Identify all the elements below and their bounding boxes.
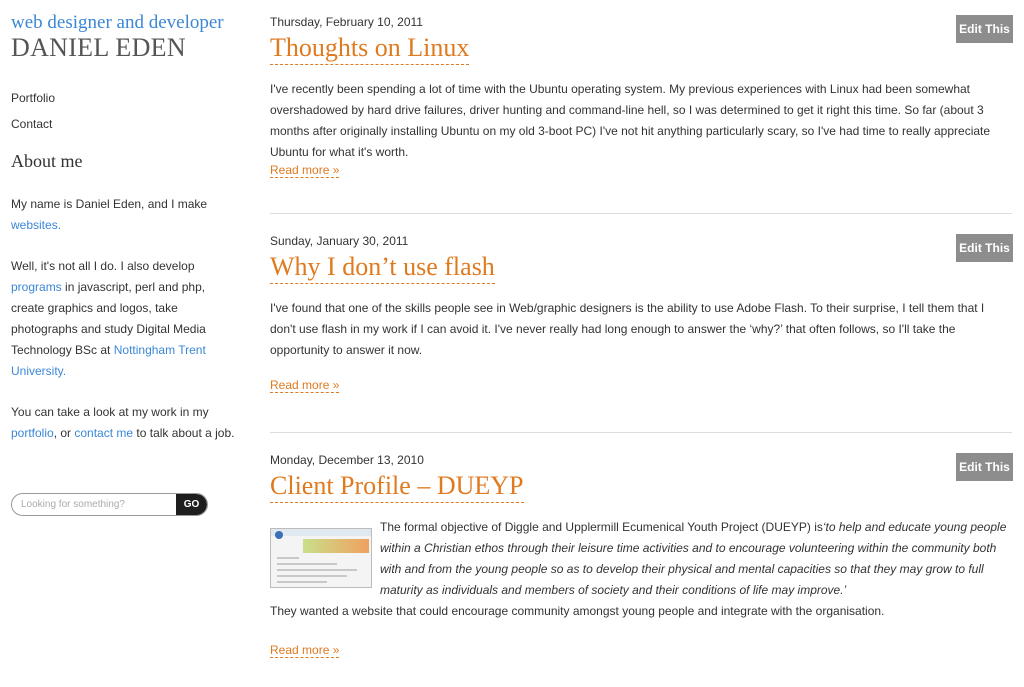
search-button[interactable]: GO — [176, 494, 207, 515]
sidebar: web designer and developer DANIEL EDEN P… — [11, 12, 241, 444]
programs-link[interactable]: programs — [11, 280, 62, 294]
post-excerpt: I've found that one of the skills people… — [270, 301, 985, 357]
about-section: My name is Daniel Eden, and I make websi… — [11, 194, 241, 444]
contact-link[interactable]: contact me — [74, 426, 133, 440]
about-text: , or — [53, 426, 75, 440]
about-paragraph: Well, it's not all I do. I also develop … — [11, 256, 241, 382]
about-paragraph: You can take a look at my work in my por… — [11, 402, 241, 444]
post-thumbnail[interactable] — [270, 528, 372, 588]
about-heading: About me — [11, 151, 83, 171]
about-text: My name is Daniel Eden, and I make — [11, 197, 208, 211]
post-title-link[interactable]: Why I don’t use flash — [270, 252, 495, 284]
nav-contact[interactable]: Contact — [11, 111, 241, 137]
post-text: They wanted a website that could encoura… — [270, 604, 885, 618]
post-excerpt: The formal objective of Diggle and Upple… — [270, 517, 1012, 622]
post: Monday, December 13, 2010 Client Profile… — [270, 453, 1013, 658]
about-paragraph: My name is Daniel Eden, and I make websi… — [11, 194, 241, 236]
portfolio-link[interactable]: portfolio — [11, 426, 54, 440]
nav-portfolio[interactable]: Portfolio — [11, 85, 241, 111]
site-tagline: web designer and developer — [11, 12, 224, 33]
about-text: You can take a look at my work in my — [11, 405, 209, 419]
post-date: Monday, December 13, 2010 — [270, 453, 424, 467]
read-more-link[interactable]: Read more » — [270, 163, 340, 178]
post-title-link[interactable]: Thoughts on Linux — [270, 33, 470, 65]
post-divider — [270, 432, 1012, 433]
websites-link[interactable]: websites. — [11, 218, 61, 232]
edit-post-button[interactable]: Edit This — [956, 234, 1013, 262]
post-excerpt: I've recently been spending a lot of tim… — [270, 82, 991, 159]
post-divider — [270, 213, 1012, 214]
post: Sunday, January 30, 2011 Why I don’t use… — [270, 234, 1013, 393]
post-text: The formal objective of Diggle and Upple… — [380, 520, 823, 534]
post-date: Sunday, January 30, 2011 — [270, 234, 409, 248]
search-form: GO — [11, 493, 208, 516]
read-more-link[interactable]: Read more » — [270, 378, 340, 393]
edit-post-button[interactable]: Edit This — [956, 15, 1013, 43]
about-text: Well, it's not all I do. I also develop — [11, 259, 195, 273]
about-text: to talk about a job. — [133, 426, 235, 440]
post: Thursday, February 10, 2011 Thoughts on … — [270, 15, 1013, 178]
post-title-link[interactable]: Client Profile – DUEYP — [270, 471, 524, 503]
search-input[interactable] — [12, 494, 178, 515]
post-date: Thursday, February 10, 2011 — [270, 15, 423, 29]
main-nav: Portfolio Contact — [11, 85, 241, 137]
read-more-link[interactable]: Read more » — [270, 643, 340, 658]
edit-post-button[interactable]: Edit This — [956, 453, 1013, 481]
site-name[interactable]: DANIEL EDEN — [11, 34, 241, 62]
